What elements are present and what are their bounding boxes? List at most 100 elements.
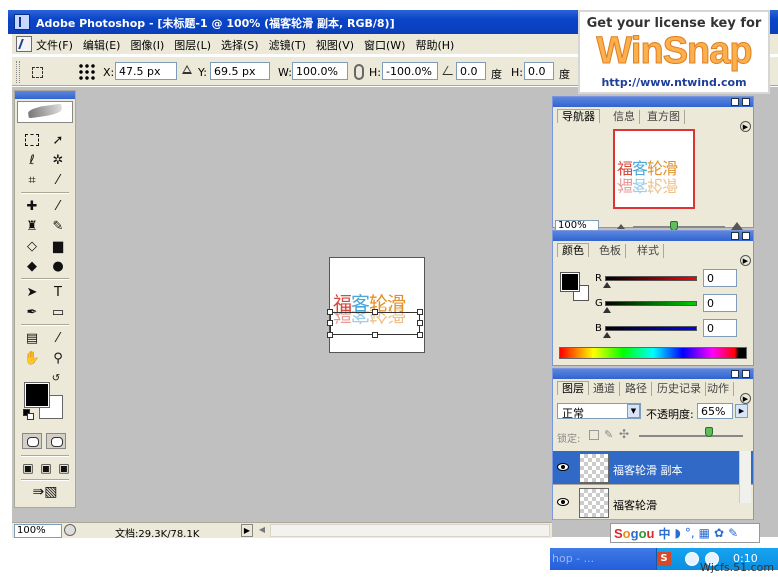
transform-handle[interactable] bbox=[327, 309, 333, 315]
eyedropper-tool-icon[interactable]: ⁄ bbox=[47, 329, 69, 347]
menu-help[interactable]: 帮助(H) bbox=[415, 37, 454, 53]
standard-screen-mode-icon[interactable]: ▣ bbox=[19, 459, 37, 477]
layer-row-copy[interactable]: 福客轮滑 副本 bbox=[553, 451, 753, 485]
horizontal-scrollbar[interactable] bbox=[270, 524, 550, 537]
menu-view[interactable]: 视图(V) bbox=[316, 37, 354, 53]
jump-to-imageready-icon[interactable]: ⇛▧ bbox=[25, 483, 65, 501]
tab-color[interactable]: 颜色 bbox=[557, 243, 589, 257]
green-slider[interactable] bbox=[605, 301, 697, 306]
move-tool-preset-icon[interactable] bbox=[26, 64, 50, 80]
blue-slider-thumb[interactable] bbox=[603, 332, 611, 338]
tab-swatches[interactable]: 色板 bbox=[595, 244, 626, 258]
panel-menu-arrow-icon[interactable]: ▶ bbox=[740, 121, 751, 132]
status-info-icon[interactable] bbox=[64, 524, 76, 536]
layers-panel-title-bar[interactable] bbox=[553, 369, 753, 379]
lock-position-icon[interactable]: ✣ bbox=[619, 427, 629, 441]
w-field[interactable]: 100.0% bbox=[292, 62, 348, 80]
red-value-field[interactable]: 0 bbox=[703, 269, 737, 287]
close-icon[interactable] bbox=[742, 232, 750, 240]
red-slider-thumb[interactable] bbox=[603, 282, 611, 288]
sogou-ime-toolbar[interactable]: Sogou 中 ◗ °, ▦ ✿ ✎ bbox=[610, 523, 760, 543]
navigator-panel-title-bar[interactable] bbox=[553, 97, 753, 107]
panel-menu-arrow-icon[interactable]: ▶ bbox=[740, 255, 751, 266]
tray-arrow-icon[interactable] bbox=[685, 552, 699, 566]
hand-tool-icon[interactable]: ✋ bbox=[21, 349, 43, 367]
transform-handle[interactable] bbox=[372, 309, 378, 315]
tab-layers[interactable]: 图层 bbox=[557, 381, 589, 395]
photoshop-app-icon[interactable] bbox=[14, 14, 30, 30]
tab-info[interactable]: 信息 bbox=[609, 110, 640, 124]
visibility-eye-icon[interactable] bbox=[557, 463, 569, 471]
hskew-field[interactable]: 0.0 bbox=[524, 62, 554, 80]
color-spectrum-bar[interactable] bbox=[559, 347, 747, 359]
eraser-tool-icon[interactable]: ◇ bbox=[21, 237, 43, 255]
shape-tool-icon[interactable]: ▭ bbox=[47, 303, 69, 321]
tab-histogram[interactable]: 直方图 bbox=[643, 110, 685, 124]
h-field[interactable]: -100.0% bbox=[382, 62, 438, 80]
navigator-preview[interactable]: 福客轮滑 福客轮滑 bbox=[613, 129, 695, 209]
zoom-out-icon[interactable] bbox=[617, 224, 625, 229]
dodge-tool-icon[interactable]: ● bbox=[47, 257, 69, 275]
options-bar-grip[interactable] bbox=[16, 61, 20, 83]
lock-pixels-icon[interactable]: ✎ bbox=[604, 428, 613, 441]
link-icon[interactable] bbox=[354, 64, 364, 80]
y-field[interactable]: 69.5 px bbox=[210, 62, 270, 80]
blue-value-field[interactable]: 0 bbox=[703, 319, 737, 337]
minimize-icon[interactable] bbox=[731, 232, 739, 240]
transform-handle[interactable] bbox=[417, 309, 423, 315]
brush-tool-icon[interactable]: ⁄ bbox=[47, 197, 69, 215]
layer-row-original[interactable]: 福客轮滑 bbox=[553, 486, 753, 520]
menu-edit[interactable]: 编辑(E) bbox=[83, 37, 121, 53]
notes-tool-icon[interactable]: ▤ bbox=[21, 329, 43, 347]
adobe-feather-icon[interactable] bbox=[17, 101, 73, 123]
marquee-tool-icon[interactable] bbox=[21, 131, 43, 149]
slice-tool-icon[interactable]: ⁄ bbox=[47, 171, 69, 189]
blend-mode-dropdown-icon[interactable]: ▼ bbox=[627, 404, 640, 418]
move-tool-icon[interactable]: ➚ bbox=[47, 131, 69, 149]
visibility-eye-icon[interactable] bbox=[557, 498, 569, 506]
transform-handle[interactable] bbox=[327, 320, 333, 326]
skin-icon[interactable]: ✿ bbox=[714, 526, 724, 540]
type-tool-icon[interactable]: T bbox=[47, 283, 69, 301]
navigator-zoom-track[interactable] bbox=[633, 226, 725, 228]
minimize-icon[interactable] bbox=[731, 98, 739, 106]
standard-mode-button[interactable] bbox=[22, 433, 42, 449]
toolbox-title-bar[interactable] bbox=[15, 91, 75, 99]
blur-tool-icon[interactable]: ◆ bbox=[21, 257, 43, 275]
color-panel-title-bar[interactable] bbox=[553, 231, 753, 241]
transform-handle[interactable] bbox=[417, 332, 423, 338]
tools-icon[interactable]: ✎ bbox=[728, 526, 738, 540]
sogou-tray-icon[interactable]: S bbox=[657, 552, 671, 566]
taskbar-window-button[interactable]: hop - ... bbox=[550, 548, 598, 570]
scroll-left-arrow-icon[interactable]: ◀ bbox=[256, 524, 268, 537]
menu-select[interactable]: 选择(S) bbox=[221, 37, 259, 53]
layers-scrollbar[interactable] bbox=[739, 451, 751, 503]
winsnap-ad[interactable]: Get your license key for WinSnap http://… bbox=[578, 10, 770, 94]
minimize-icon[interactable] bbox=[731, 370, 739, 378]
opacity-slider-thumb[interactable] bbox=[705, 427, 713, 437]
lasso-tool-icon[interactable]: ℓ bbox=[21, 151, 43, 169]
opacity-field[interactable]: 65% bbox=[697, 403, 733, 419]
tab-history[interactable]: 历史记录 bbox=[653, 382, 706, 396]
lock-transparency-icon[interactable] bbox=[589, 430, 599, 440]
opacity-slider-track[interactable] bbox=[639, 435, 743, 437]
tab-channels[interactable]: 通道 bbox=[589, 382, 620, 396]
menu-layer[interactable]: 图层(L) bbox=[174, 37, 211, 53]
red-slider[interactable] bbox=[605, 276, 697, 281]
ime-mode-indicator[interactable]: 中 bbox=[658, 525, 670, 542]
blue-slider[interactable] bbox=[605, 326, 697, 331]
transform-handle[interactable] bbox=[372, 332, 378, 338]
opacity-arrow-icon[interactable]: ▶ bbox=[735, 404, 748, 418]
reference-point-grid-icon[interactable] bbox=[78, 63, 96, 81]
status-menu-arrow-icon[interactable]: ▶ bbox=[241, 524, 253, 537]
green-value-field[interactable]: 0 bbox=[703, 294, 737, 312]
tab-actions[interactable]: 动作 bbox=[703, 382, 734, 396]
gradient-tool-icon[interactable]: ▆ bbox=[47, 237, 69, 255]
menu-window[interactable]: 窗口(W) bbox=[364, 37, 405, 53]
path-selection-tool-icon[interactable]: ➤ bbox=[21, 283, 43, 301]
document-canvas[interactable]: 福客轮滑 福客轮滑 bbox=[329, 257, 425, 353]
swap-colors-icon[interactable]: ↺ bbox=[49, 372, 63, 384]
crop-tool-icon[interactable]: ⌗ bbox=[21, 171, 43, 189]
angle-field[interactable]: 0.0 bbox=[456, 62, 486, 80]
zoom-in-icon[interactable] bbox=[731, 222, 743, 230]
